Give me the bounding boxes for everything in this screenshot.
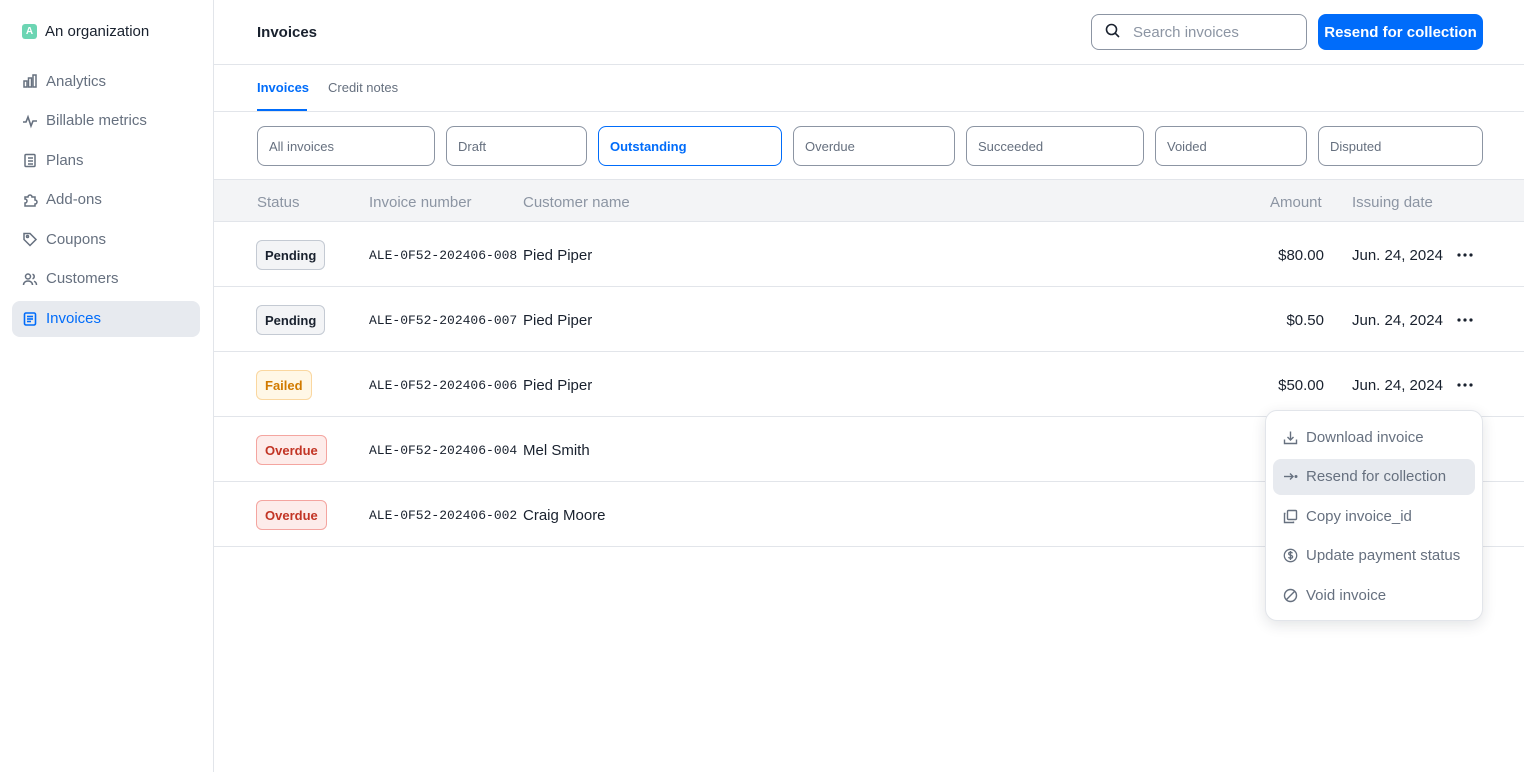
sidebar-item-coupons[interactable]: Coupons — [12, 221, 200, 257]
dollar-circle-icon — [1283, 548, 1298, 563]
issuing-date: Jun. 24, 2024 — [1352, 247, 1443, 264]
ban-icon — [1283, 588, 1298, 602]
sidebar-item-customers[interactable]: Customers — [12, 261, 200, 297]
status-filters: All invoices Draft Outstanding Overdue S… — [214, 112, 1524, 180]
invoice-amount: $50.00 — [1278, 377, 1324, 394]
invoice-number: ALE-0F52-202406-004 — [369, 443, 518, 458]
filter-succeeded[interactable]: Succeeded — [966, 126, 1144, 166]
status-badge: Overdue — [256, 435, 327, 465]
filter-draft[interactable]: Draft — [446, 126, 587, 166]
status-badge: Failed — [256, 370, 312, 400]
menu-item-label: Update payment status — [1306, 547, 1461, 564]
menu-item-label: Copy invoice_id — [1306, 507, 1412, 525]
column-header-amount: Amount — [1270, 194, 1322, 211]
sidebar-item-label: Plans — [46, 151, 84, 169]
invoice-amount: $80.00 — [1278, 247, 1324, 264]
more-horizontal-icon — [1457, 383, 1473, 387]
invoice-actions-menu: Download invoice Resend for collection C… — [1265, 410, 1483, 621]
filter-overdue[interactable]: Overdue — [793, 126, 955, 166]
sidebar-item-invoices[interactable]: Invoices — [12, 300, 200, 337]
sidebar-item-label: Analytics — [46, 72, 107, 90]
filter-all-invoices[interactable]: All invoices — [257, 126, 435, 166]
sidebar-item-label: Add-ons — [46, 191, 102, 209]
column-header-customer-name: Customer name — [523, 194, 630, 211]
filter-outstanding[interactable]: Outstanding — [598, 126, 782, 166]
table-row[interactable]: Failed ALE-0F52-202406-006 Pied Piper $5… — [214, 352, 1524, 417]
status-badge: Pending — [256, 240, 326, 270]
invoice-number: ALE-0F52-202406-002 — [369, 508, 518, 523]
sidebar-item-add-ons[interactable]: Add-ons — [12, 182, 200, 218]
sidebar-item-label: Customers — [46, 270, 119, 288]
invoice-number: ALE-0F52-202406-007 — [369, 313, 518, 328]
tab-invoices[interactable]: Invoices — [257, 80, 309, 95]
column-header-issuing-date: Issuing date — [1352, 194, 1433, 211]
column-header-invoice-number: Invoice number — [369, 194, 472, 211]
invoice-amount: $0.50 — [1286, 312, 1324, 329]
menu-item-label: Void invoice — [1306, 586, 1387, 604]
sidebar-nav: Analytics Billable metrics Plans Add-ons… — [12, 63, 200, 340]
download-icon — [1283, 431, 1298, 444]
customer-name: Mel Smith — [523, 442, 590, 459]
customer-name: Pied Piper — [523, 247, 593, 264]
status-badge: Overdue — [256, 500, 327, 530]
column-header-status: Status — [257, 194, 300, 211]
puzzle-icon — [22, 192, 38, 208]
resend-for-collection-button[interactable]: Resend for collection — [1318, 14, 1483, 50]
issuing-date: Jun. 24, 2024 — [1352, 377, 1443, 394]
filter-disputed[interactable]: Disputed — [1318, 126, 1483, 166]
active-tab-indicator — [257, 109, 307, 111]
customer-name: Craig Moore — [523, 507, 606, 524]
menu-item-copy-invoice-id[interactable]: Copy invoice_id — [1273, 498, 1475, 534]
menu-item-label: Resend for collection — [1306, 468, 1447, 485]
sidebar-item-billable-metrics[interactable]: Billable metrics — [12, 103, 200, 139]
table-row[interactable]: Pending ALE-0F52-202406-008 Pied Piper $… — [214, 222, 1524, 287]
tab-credit-notes[interactable]: Credit notes — [328, 80, 398, 95]
more-actions-button[interactable] — [1454, 309, 1476, 331]
organization-badge: A — [22, 24, 37, 39]
bar-chart-icon — [22, 73, 38, 89]
more-horizontal-icon — [1457, 318, 1473, 322]
document-icon — [22, 311, 38, 327]
customer-name: Pied Piper — [523, 312, 593, 329]
clipboard-icon — [22, 152, 38, 168]
sidebar-item-label: Billable metrics — [46, 112, 147, 130]
tag-icon — [22, 231, 38, 247]
page-title: Invoices — [257, 24, 318, 41]
table-header: Status Invoice number Customer name Amou… — [214, 180, 1524, 222]
customer-name: Pied Piper — [523, 377, 593, 394]
menu-item-resend-for-collection[interactable]: Resend for collection — [1273, 458, 1475, 495]
organization-switcher[interactable]: A An organization — [22, 23, 149, 40]
copy-icon — [1283, 509, 1298, 523]
users-icon — [22, 271, 38, 287]
filter-voided[interactable]: Voided — [1155, 126, 1307, 166]
arrow-right-icon — [1284, 473, 1298, 480]
menu-item-void-invoice[interactable]: Void invoice — [1273, 577, 1475, 613]
sidebar-item-plans[interactable]: Plans — [12, 142, 200, 178]
invoice-number: ALE-0F52-202406-008 — [369, 248, 518, 263]
page-header: Invoices Resend for collection — [214, 0, 1524, 65]
sidebar-item-analytics[interactable]: Analytics — [12, 63, 200, 99]
issuing-date: Jun. 24, 2024 — [1352, 312, 1443, 329]
menu-item-label: Download invoice — [1306, 428, 1424, 446]
search-icon — [1104, 22, 1121, 43]
more-actions-button[interactable] — [1454, 374, 1476, 396]
search-input[interactable] — [1133, 23, 1283, 41]
pulse-icon — [22, 113, 38, 129]
sidebar-item-label: Invoices — [46, 310, 102, 328]
organization-name: An organization — [45, 23, 150, 40]
table-row[interactable]: Pending ALE-0F52-202406-007 Pied Piper $… — [214, 287, 1524, 352]
search-box[interactable] — [1091, 14, 1307, 50]
tab-bar: Invoices Credit notes — [214, 65, 1524, 112]
invoice-number: ALE-0F52-202406-006 — [369, 378, 518, 393]
status-badge: Pending — [256, 305, 326, 335]
more-horizontal-icon — [1457, 253, 1473, 257]
menu-item-download-invoice[interactable]: Download invoice — [1273, 419, 1475, 455]
menu-item-update-payment-status[interactable]: Update payment status — [1273, 538, 1475, 574]
main-content: Invoices Resend for collection Invoices … — [214, 0, 1524, 772]
sidebar-item-label: Coupons — [46, 230, 107, 248]
more-actions-button[interactable] — [1454, 244, 1476, 266]
sidebar: A An organization Analytics Billable met… — [0, 0, 214, 772]
